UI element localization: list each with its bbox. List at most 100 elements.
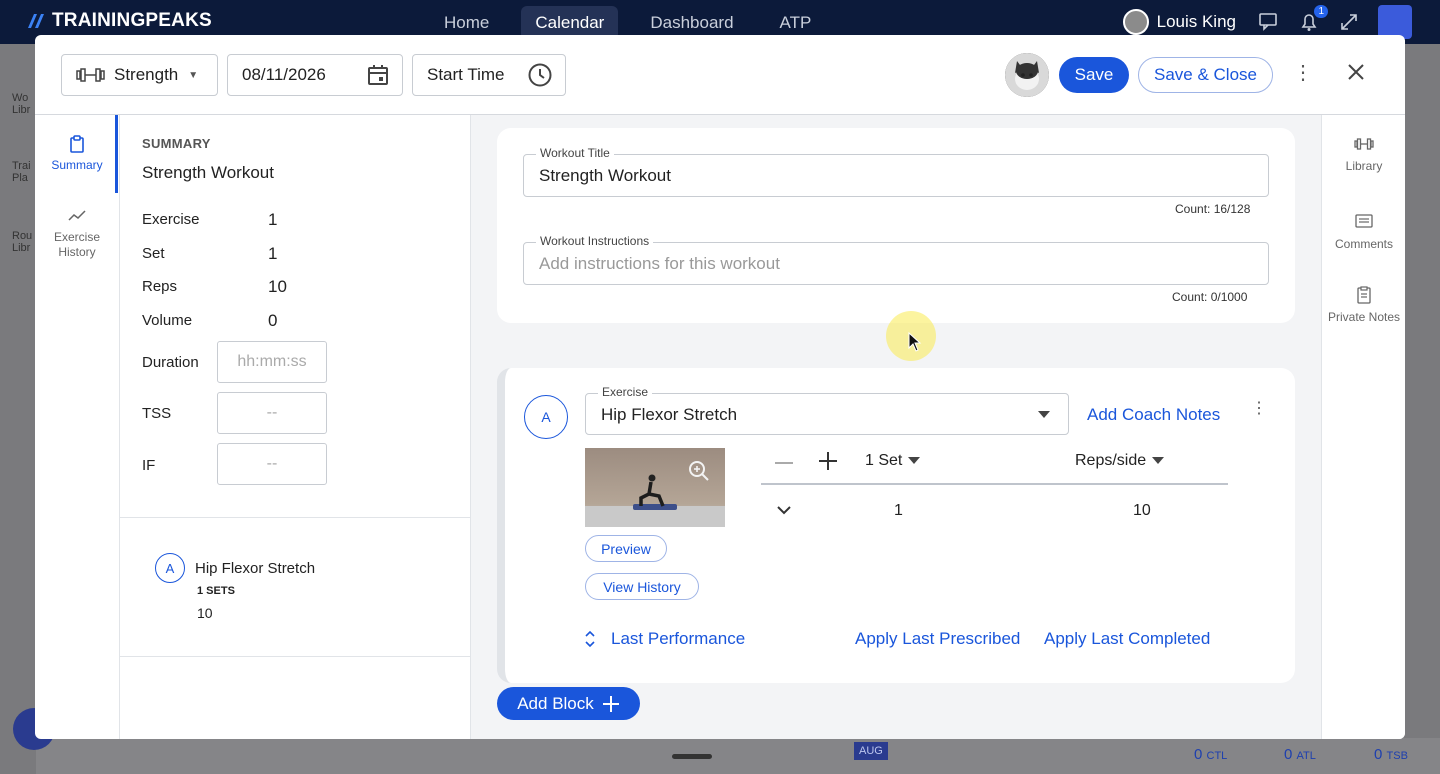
trainingpeaks-logo-icon xyxy=(28,14,44,28)
reps-type-select[interactable]: Reps/side xyxy=(1075,452,1165,470)
reps-value[interactable]: 10 xyxy=(1133,502,1151,520)
last-performance-link[interactable]: Last Performance xyxy=(611,629,745,649)
workout-instructions-field[interactable]: Workout Instructions Add instructions fo… xyxy=(523,234,1269,285)
duration-input[interactable]: hh:mm:ss xyxy=(217,341,327,383)
workout-type-select[interactable]: Strength ▼ xyxy=(61,54,218,96)
add-coach-notes-link[interactable]: Add Coach Notes xyxy=(1087,405,1220,425)
rail-tab-private-notes[interactable]: Private Notes xyxy=(1322,286,1405,324)
tss-label: TSS xyxy=(142,405,172,422)
background-right xyxy=(1404,44,1440,738)
dumbbell-icon xyxy=(1354,138,1374,150)
zoom-icon[interactable] xyxy=(687,459,711,483)
month-chip: AUG xyxy=(854,742,888,760)
stat-label: Reps xyxy=(142,278,178,295)
exercise-select[interactable]: Exercise Hip Flexor Stretch xyxy=(585,385,1069,435)
exercise-thumbnail[interactable] xyxy=(585,448,725,527)
view-history-button[interactable]: View History xyxy=(585,573,699,600)
stat-value: 1 xyxy=(268,244,278,263)
block-more-icon[interactable]: ⋮ xyxy=(1251,401,1267,417)
more-options-icon[interactable]: ⋮ xyxy=(1293,63,1313,83)
chevron-down-icon: ▼ xyxy=(188,69,199,81)
summary-title: Strength Workout xyxy=(142,163,274,182)
apply-last-completed-link[interactable]: Apply Last Completed xyxy=(1044,629,1210,649)
tss-input[interactable]: -- xyxy=(217,392,327,434)
rail-label: Library xyxy=(1345,159,1383,173)
stat-label: Volume xyxy=(142,312,193,329)
background-bottom-strip: AUG 0 CTL 0 ATL 0 TSB xyxy=(36,738,1440,774)
app-switcher-icon[interactable] xyxy=(1378,5,1412,39)
mouse-pointer-icon xyxy=(908,332,922,352)
workout-modal: Strength ▼ 08/11/2026 Start Time Save Sa… xyxy=(35,35,1405,739)
preview-button[interactable]: Preview xyxy=(585,535,667,562)
rail-label: Private Notes xyxy=(1327,310,1401,324)
bg-label: Pla xyxy=(12,172,28,184)
save-and-close-button[interactable]: Save & Close xyxy=(1138,57,1273,93)
athlete-avatar[interactable] xyxy=(1005,53,1049,97)
chevron-down-icon[interactable] xyxy=(775,501,793,519)
rail-tab-summary[interactable]: Summary xyxy=(35,135,119,173)
minus-icon[interactable] xyxy=(773,452,795,474)
save-button[interactable]: Save xyxy=(1059,57,1129,93)
divider xyxy=(120,656,471,657)
rail-tab-exercise-history[interactable]: Exercise History xyxy=(35,207,119,260)
cat-avatar-icon xyxy=(1005,53,1049,97)
summary-exercise-name[interactable]: Hip Flexor Stretch xyxy=(195,560,315,577)
add-block-button[interactable]: Add Block xyxy=(497,687,640,720)
caret-down-icon xyxy=(1152,457,1165,465)
brand-logo[interactable]: TRAININGPEAKS xyxy=(26,10,212,32)
expand-collapse-icon[interactable] xyxy=(583,628,597,650)
rail-label: Summary xyxy=(51,158,103,172)
caret-down-icon xyxy=(908,457,921,465)
rail-tab-library[interactable]: Library xyxy=(1322,135,1405,173)
comment-icon xyxy=(1355,214,1373,228)
summary-panel: SUMMARY Strength Workout Exercise 1 Set … xyxy=(119,115,471,739)
notification-bell[interactable]: 1 xyxy=(1298,5,1328,33)
exercise-letter-badge: A xyxy=(155,553,185,583)
if-input[interactable]: -- xyxy=(217,443,327,485)
bg-label: Trai xyxy=(12,160,31,172)
background-left-nav: Wo Libr Trai Pla Rou Libr xyxy=(0,44,36,774)
dropdown-caret-icon xyxy=(1038,411,1050,418)
add-block-label: Add Block xyxy=(517,693,594,713)
duration-label: Duration xyxy=(142,354,199,371)
workout-type-value: Strength xyxy=(114,65,179,84)
clock-icon[interactable] xyxy=(527,62,553,88)
expand-icon[interactable] xyxy=(1338,11,1360,33)
if-label: IF xyxy=(142,457,156,474)
plus-icon[interactable] xyxy=(817,450,839,472)
exercise-block-card: A Exercise Hip Flexor Stretch Add Coach … xyxy=(497,368,1295,683)
field-label: Exercise xyxy=(598,385,653,399)
user-avatar[interactable] xyxy=(1122,9,1149,35)
stat-label: Set xyxy=(142,245,165,262)
user-name[interactable]: Louis King xyxy=(1157,12,1236,32)
field-label: Workout Title xyxy=(536,146,614,160)
close-icon[interactable] xyxy=(1347,63,1365,81)
drag-handle[interactable] xyxy=(672,754,712,759)
field-label: Workout Instructions xyxy=(536,234,654,248)
summary-caption: SUMMARY xyxy=(142,136,211,151)
date-field[interactable]: 08/11/2026 xyxy=(227,54,403,96)
left-rail: Summary Exercise History xyxy=(35,115,119,739)
atl-stat: 0 ATL xyxy=(1284,746,1316,763)
start-time-label: Start Time xyxy=(427,65,505,84)
rail-label: Comments xyxy=(1334,237,1393,251)
notes-icon xyxy=(1357,286,1371,304)
summary-exercise-sets: 1 SETS xyxy=(197,585,235,597)
stat-value: 0 xyxy=(268,311,278,330)
apply-last-prescribed-link[interactable]: Apply Last Prescribed xyxy=(855,629,1020,649)
title-char-count: Count: 16/128 xyxy=(1175,202,1251,216)
start-time-field[interactable]: Start Time xyxy=(412,54,566,96)
rail-tab-comments[interactable]: Comments xyxy=(1322,213,1405,251)
workout-title-field[interactable]: Workout Title Strength Workout xyxy=(523,146,1269,197)
modal-header: Strength ▼ 08/11/2026 Start Time Save Sa… xyxy=(35,35,1405,115)
chat-icon[interactable] xyxy=(1258,11,1280,33)
right-rail: Library Comments Private Notes xyxy=(1321,115,1405,739)
bg-label: Rou xyxy=(12,230,33,242)
reps-type-value: Reps/side xyxy=(1075,452,1147,469)
workout-title-value: Strength Workout xyxy=(539,166,671,185)
stat-value: 10 xyxy=(268,277,287,296)
set-count-select[interactable]: 1 Set xyxy=(865,452,921,470)
calendar-icon[interactable] xyxy=(366,63,390,87)
instructions-char-count: Count: 0/1000 xyxy=(1172,290,1248,304)
block-letter-badge: A xyxy=(524,395,568,439)
